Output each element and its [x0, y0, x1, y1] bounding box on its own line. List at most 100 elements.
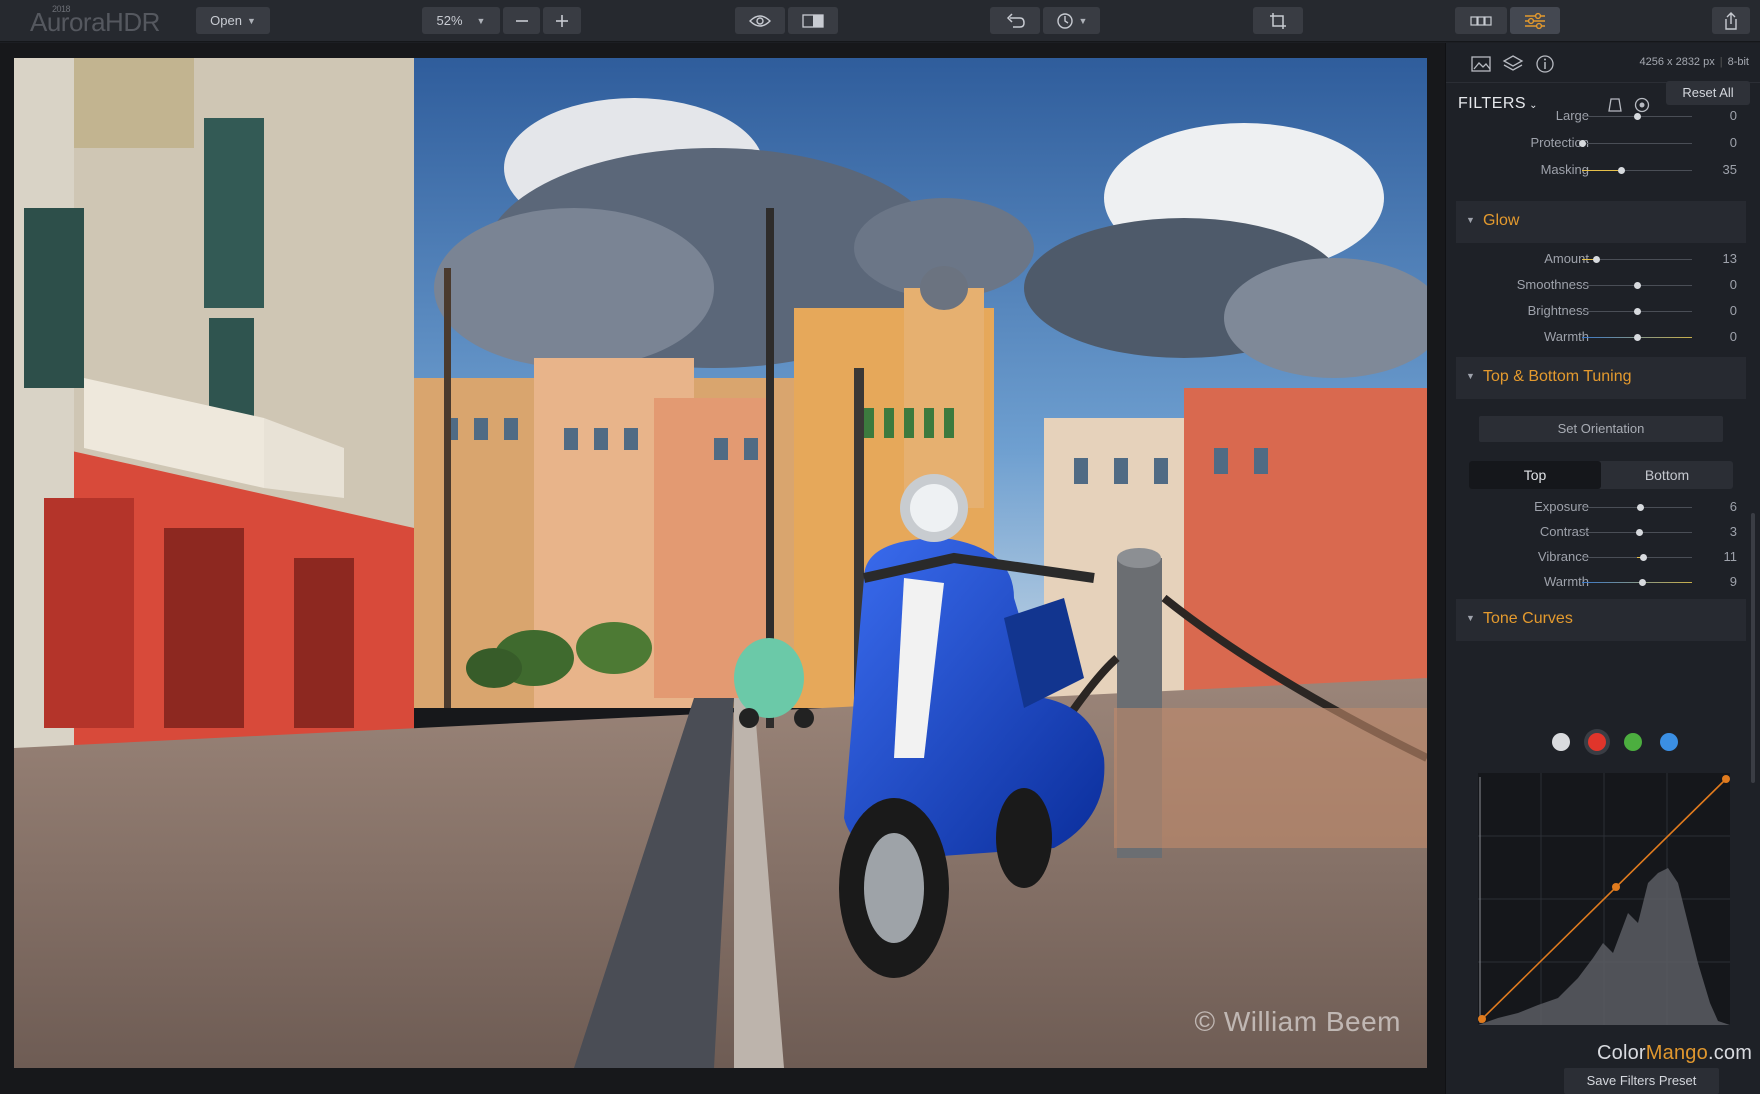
- slider-label: Brightness: [1527, 303, 1589, 318]
- slider-knob[interactable]: [1638, 579, 1646, 586]
- slider-track[interactable]: [1582, 282, 1692, 289]
- curve-channel-dot-2[interactable]: [1624, 733, 1642, 751]
- image-info: 4256 x 2832 px | 8-bit: [1639, 56, 1750, 68]
- slider-track[interactable]: [1582, 529, 1692, 536]
- share-button[interactable]: [1712, 7, 1750, 34]
- tone-curve-editor[interactable]: [1478, 773, 1730, 1025]
- detail-slider-large[interactable]: Large 0: [1446, 107, 1760, 127]
- glow-slider-smoothness[interactable]: Smoothness 0: [1446, 276, 1760, 296]
- slider-track[interactable]: [1582, 579, 1692, 586]
- filters-adjust-icon: [1525, 12, 1545, 29]
- slider-track[interactable]: [1579, 140, 1692, 147]
- slider-track[interactable]: [1582, 554, 1692, 561]
- tab-top[interactable]: Top: [1469, 461, 1601, 489]
- slider-knob[interactable]: [1637, 504, 1645, 511]
- glow-slider-warmth[interactable]: Warmth 0: [1446, 328, 1760, 348]
- section-title: Tone Curves: [1483, 610, 1573, 627]
- compare-icon: [802, 13, 824, 28]
- open-button[interactable]: Open ▼: [196, 7, 270, 34]
- layout-button[interactable]: [1455, 7, 1507, 34]
- section-title: Glow: [1483, 212, 1520, 229]
- glow-slider-amount[interactable]: Amount 13: [1446, 250, 1760, 270]
- detail-slider-masking[interactable]: Masking 35: [1446, 161, 1760, 181]
- slider-knob[interactable]: [1634, 334, 1641, 341]
- brand-part: Color: [1597, 1042, 1646, 1064]
- layers-icon[interactable]: [1502, 53, 1524, 75]
- panel-scrollbar[interactable]: [1751, 513, 1755, 783]
- reset-all-button[interactable]: Reset All: [1666, 81, 1750, 105]
- zoom-select[interactable]: 52% ▼: [422, 7, 500, 34]
- tab-bottom[interactable]: Bottom: [1601, 461, 1733, 489]
- zoom-value: 52%: [436, 13, 463, 28]
- curve-channel-dot-0[interactable]: [1552, 733, 1570, 751]
- slider-track[interactable]: [1582, 308, 1692, 315]
- section-glow[interactable]: ▼ Glow: [1456, 201, 1746, 243]
- set-orientation-button[interactable]: Set Orientation: [1479, 416, 1723, 442]
- hdr-photo[interactable]: © William Beem: [14, 58, 1427, 1068]
- slider-knob[interactable]: [1634, 282, 1641, 289]
- slider-value: 0: [1729, 277, 1737, 292]
- collapse-triangle-icon: ▼: [1466, 371, 1475, 381]
- crop-icon: [1270, 12, 1286, 29]
- slider-knob[interactable]: [1617, 167, 1625, 174]
- compare-button[interactable]: [788, 7, 838, 34]
- logo-text: AuroraHDR: [30, 7, 160, 37]
- slider-knob[interactable]: [1634, 113, 1641, 120]
- toolbar: 2018 AuroraHDR Open ▼ 52% ▼ ▼: [0, 0, 1760, 42]
- slider-knob[interactable]: [1579, 140, 1586, 147]
- history-button[interactable]: ▼: [1043, 7, 1100, 34]
- curve-channel-selector: [1446, 733, 1760, 755]
- tuning-slider-contrast[interactable]: Contrast 3: [1446, 523, 1760, 543]
- zoom-out-button[interactable]: [503, 7, 540, 34]
- logo-year: 2018: [52, 4, 71, 14]
- slider-track[interactable]: [1582, 334, 1692, 341]
- top-bottom-tabs: Top Bottom: [1469, 461, 1733, 489]
- slider-label: Exposure: [1534, 499, 1589, 514]
- slider-knob[interactable]: [1593, 256, 1601, 263]
- slider-value: 0: [1729, 135, 1737, 150]
- glow-slider-brightness[interactable]: Brightness 0: [1446, 302, 1760, 322]
- filters-panel-button[interactable]: [1510, 7, 1560, 34]
- layout-icon: [1470, 15, 1492, 26]
- brand-part: Mango: [1645, 1042, 1708, 1064]
- brand-part: .com: [1707, 1042, 1753, 1064]
- slider-value: 9: [1729, 574, 1737, 589]
- slider-track[interactable]: [1582, 167, 1692, 174]
- slider-knob[interactable]: [1635, 529, 1643, 536]
- slider-knob[interactable]: [1634, 308, 1641, 315]
- section-top-bottom-tuning[interactable]: ▼ Top & Bottom Tuning: [1456, 357, 1746, 399]
- histogram-view-icon[interactable]: [1470, 53, 1492, 75]
- plus-icon: [556, 14, 568, 27]
- slider-value: 6: [1729, 499, 1737, 514]
- tuning-slider-vibrance[interactable]: Vibrance 11: [1446, 548, 1760, 568]
- save-filters-preset-button[interactable]: Save Filters Preset: [1564, 1068, 1719, 1094]
- zoom-in-button[interactable]: [543, 7, 581, 34]
- slider-track[interactable]: [1582, 113, 1692, 120]
- slider-label: Smoothness: [1516, 277, 1589, 292]
- slider-value: 0: [1729, 329, 1737, 344]
- detail-slider-protection[interactable]: Protection 0: [1446, 134, 1760, 154]
- eye-icon: [749, 14, 771, 27]
- history-icon: [1056, 12, 1073, 29]
- crop-button[interactable]: [1253, 7, 1303, 34]
- preview-toggle-button[interactable]: [735, 7, 785, 34]
- slider-fill: [1582, 170, 1621, 171]
- share-icon: [1725, 11, 1737, 30]
- slider-value: 11: [1723, 549, 1738, 564]
- chevron-down-icon: ▼: [476, 15, 486, 26]
- info-icon[interactable]: [1534, 53, 1556, 75]
- slider-value: 0: [1729, 303, 1737, 318]
- slider-value: 3: [1729, 524, 1737, 539]
- image-canvas[interactable]: © William Beem: [0, 43, 1445, 1094]
- curve-channel-dot-1[interactable]: [1588, 733, 1606, 751]
- slider-knob[interactable]: [1640, 554, 1648, 561]
- undo-button[interactable]: [990, 7, 1040, 34]
- slider-track[interactable]: [1582, 504, 1692, 511]
- section-tone-curves[interactable]: ▼ Tone Curves: [1456, 599, 1746, 641]
- tuning-slider-warmth[interactable]: Warmth 9: [1446, 573, 1760, 593]
- slider-value: 35: [1722, 162, 1737, 177]
- slider-track[interactable]: [1582, 256, 1692, 263]
- curve-channel-dot-3[interactable]: [1660, 733, 1678, 751]
- photo-watermark: © William Beem: [1194, 1006, 1401, 1037]
- tuning-slider-exposure[interactable]: Exposure 6: [1446, 498, 1760, 518]
